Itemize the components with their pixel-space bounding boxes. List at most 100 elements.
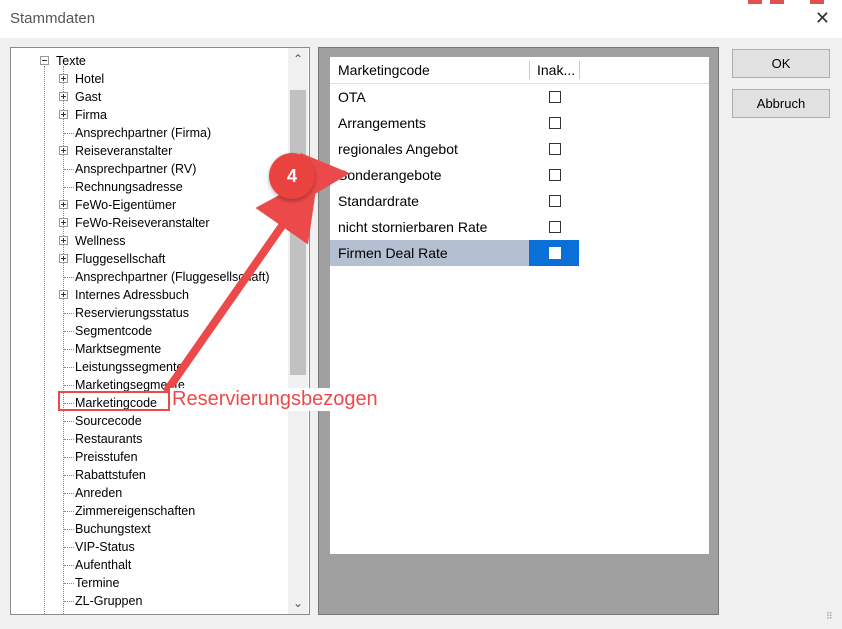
tree-item[interactable]: Wellness xyxy=(11,232,289,250)
row-name: regionales Angebot xyxy=(338,141,458,157)
expand-icon[interactable] xyxy=(59,92,68,101)
tree-item-label: Termine xyxy=(75,576,120,590)
tree-connector xyxy=(64,187,74,188)
decor-mark xyxy=(748,0,762,4)
tree-item[interactable]: FeWo-Reiseveranstalter xyxy=(11,214,289,232)
tree-item[interactable]: ZL-Gruppen xyxy=(11,592,289,610)
close-icon[interactable]: ✕ xyxy=(815,8,830,29)
scroll-down-icon[interactable]: ⌄ xyxy=(288,592,308,614)
inactive-checkbox[interactable] xyxy=(549,91,561,103)
table-row[interactable]: regionales Angebot xyxy=(330,136,709,162)
column-separator[interactable] xyxy=(529,61,530,79)
tree-item-label: Ansprechpartner (Fluggesellschaft) xyxy=(75,270,270,284)
tree-connector xyxy=(64,367,74,368)
tree-item-label: Internes Adressbuch xyxy=(75,288,189,302)
tree-connector xyxy=(64,547,74,548)
expand-icon[interactable] xyxy=(59,146,68,155)
table-row[interactable]: Sonderangebote xyxy=(330,162,709,188)
resize-grip-icon[interactable]: ⠿ xyxy=(826,612,838,625)
collapse-icon[interactable] xyxy=(40,56,49,65)
tree-item[interactable]: Arz-Gruppen xyxy=(11,610,289,614)
expand-icon[interactable] xyxy=(59,110,68,119)
expand-icon[interactable] xyxy=(59,254,68,263)
tree-item-label: Firma xyxy=(75,108,107,122)
tree-connector xyxy=(64,439,74,440)
inactive-checkbox[interactable] xyxy=(549,247,561,259)
table-row[interactable]: OTA xyxy=(330,84,709,110)
tree-item[interactable]: Restaurants xyxy=(11,430,289,448)
tree-item[interactable]: Segmentcode xyxy=(11,322,289,340)
expand-icon[interactable] xyxy=(59,236,68,245)
row-name: Firmen Deal Rate xyxy=(338,245,448,261)
tree-item-label: Ansprechpartner (Firma) xyxy=(75,126,212,140)
tree-item[interactable]: Zimmereigenschaften xyxy=(11,502,289,520)
tree-connector xyxy=(64,169,74,170)
tree-item[interactable]: Buchungstext xyxy=(11,520,289,538)
tree-item-label: ZL-Gruppen xyxy=(75,594,143,608)
tree-connector xyxy=(64,493,74,494)
tree-item[interactable]: Aufenthalt xyxy=(11,556,289,574)
tree-item[interactable]: Reservierungsstatus xyxy=(11,304,289,322)
scroll-up-icon[interactable]: ⌃ xyxy=(288,48,308,70)
table-row[interactable]: Firmen Deal Rate xyxy=(330,240,709,266)
row-name: Arrangements xyxy=(338,115,426,131)
marketingcode-grid[interactable]: Marketingcode Inak... OTA Arrangements reg… xyxy=(330,57,709,554)
inactive-checkbox[interactable] xyxy=(549,221,561,233)
tree-scrollbar[interactable]: ⌃ ⌄ xyxy=(288,48,308,614)
scroll-thumb[interactable] xyxy=(290,90,306,375)
tree-item[interactable]: Gast xyxy=(11,88,289,106)
tree-connector xyxy=(64,349,74,350)
tree-item-root[interactable]: Texte xyxy=(11,52,289,70)
column-header-marketingcode[interactable]: Marketingcode xyxy=(338,62,430,78)
tree-connector xyxy=(64,313,74,314)
inactive-checkbox[interactable] xyxy=(549,169,561,181)
tree-item[interactable]: Internes Adressbuch xyxy=(11,286,289,304)
inactive-checkbox[interactable] xyxy=(549,195,561,207)
column-separator[interactable] xyxy=(579,61,580,79)
tree-item[interactable]: Termine xyxy=(11,574,289,592)
tree-item[interactable]: Ansprechpartner (Fluggesellschaft) xyxy=(11,268,289,286)
column-header-inactive[interactable]: Inak... xyxy=(537,62,575,78)
tree-item[interactable]: Preisstufen xyxy=(11,448,289,466)
table-row[interactable]: Arrangements xyxy=(330,110,709,136)
tree-item-label: Gast xyxy=(75,90,102,104)
cancel-button[interactable]: Abbruch xyxy=(732,89,830,118)
tree-item-label: Fluggesellschaft xyxy=(75,252,166,266)
tree-item[interactable]: Fluggesellschaft xyxy=(11,250,289,268)
tree-item[interactable]: VIP-Status xyxy=(11,538,289,556)
tree-item-label: Hotel xyxy=(75,72,105,86)
tree-item[interactable]: Rechnungsadresse xyxy=(11,178,289,196)
highlight-box xyxy=(58,391,170,411)
tree-item[interactable]: Hotel xyxy=(11,70,289,88)
tree-item[interactable]: Sourcecode xyxy=(11,412,289,430)
annotation-label: Reservierungsbezogen xyxy=(170,388,380,411)
tree-item[interactable]: Ansprechpartner (Firma) xyxy=(11,124,289,142)
tree-item[interactable]: Firma xyxy=(11,106,289,124)
tree-item[interactable]: Leistungssegmente xyxy=(11,358,289,376)
table-row[interactable]: Standardrate xyxy=(330,188,709,214)
inactive-checkbox[interactable] xyxy=(549,117,561,129)
title-bar: Stammdaten ✕ xyxy=(0,0,842,38)
tree-item-label: Anreden xyxy=(75,486,123,500)
tree-panel[interactable]: Texte Hotel Gast Firma Ansprechpartner (Firm… xyxy=(10,47,310,615)
tree-connector xyxy=(64,511,74,512)
tree-item[interactable]: Anreden xyxy=(11,484,289,502)
tree-item[interactable]: Rabattstufen xyxy=(11,466,289,484)
tree-item[interactable]: Marktsegmente xyxy=(11,340,289,358)
tree-connector xyxy=(64,421,74,422)
step-badge: 4 xyxy=(269,153,315,199)
inactive-checkbox[interactable] xyxy=(549,143,561,155)
expand-icon[interactable] xyxy=(59,200,68,209)
tree-item[interactable]: FeWo-Eigentümer xyxy=(11,196,289,214)
tree-item-label: FeWo-Eigentümer xyxy=(75,198,177,212)
expand-icon[interactable] xyxy=(59,74,68,83)
table-row[interactable]: nicht stornierbaren Rate xyxy=(330,214,709,240)
decor-mark xyxy=(810,0,824,4)
tree-connector xyxy=(64,385,74,386)
expand-icon[interactable] xyxy=(59,290,68,299)
ok-button[interactable]: OK xyxy=(732,49,830,78)
tree-item[interactable]: Ansprechpartner (RV) xyxy=(11,160,289,178)
tree-connector xyxy=(64,133,74,134)
expand-icon[interactable] xyxy=(59,218,68,227)
tree-item[interactable]: Reiseveranstalter xyxy=(11,142,289,160)
